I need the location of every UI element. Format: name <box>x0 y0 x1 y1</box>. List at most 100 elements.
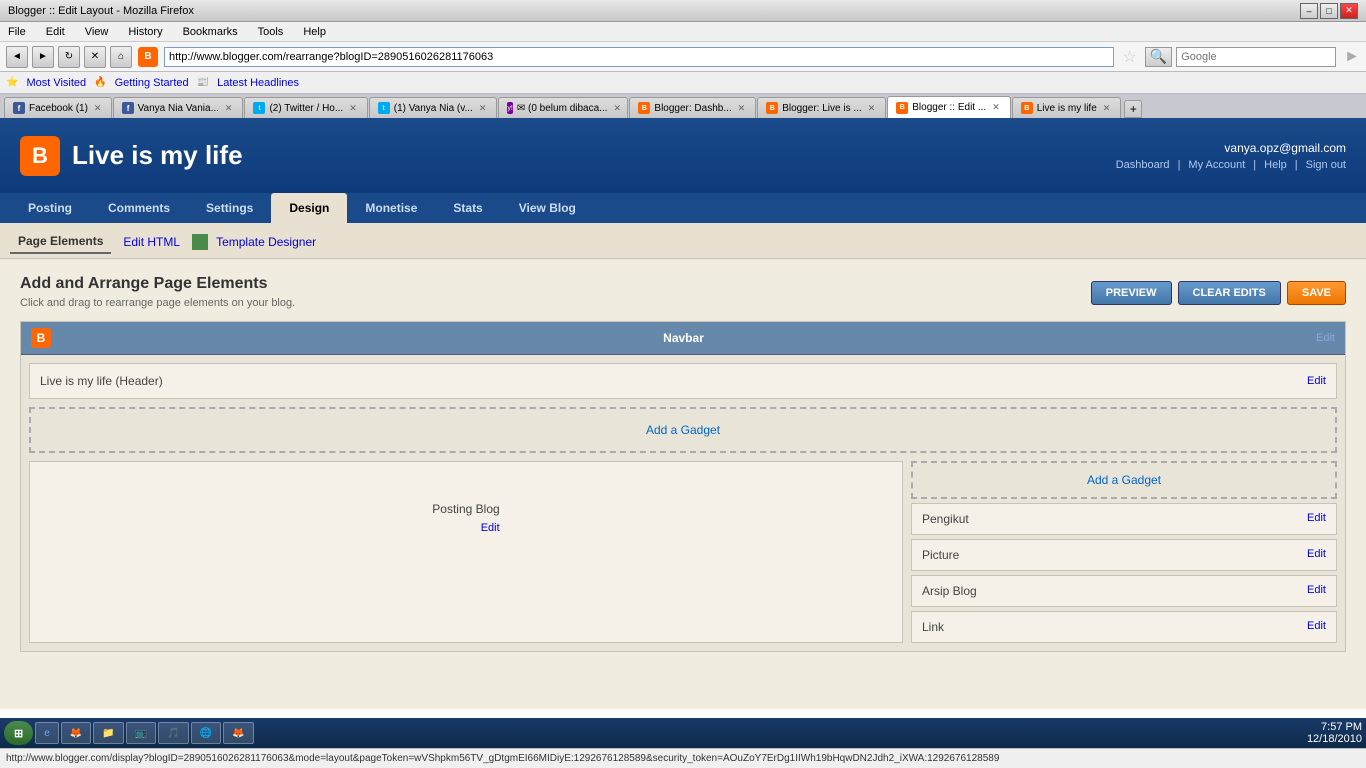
tab-twitter1[interactable]: t (2) Twitter / Ho... ✕ <box>244 97 367 118</box>
nav-tab-posting[interactable]: Posting <box>10 193 90 223</box>
tab-blogger-live[interactable]: B Blogger: Live is ... ✕ <box>757 97 886 118</box>
add-gadget-top-link[interactable]: Add a Gadget <box>646 423 720 437</box>
taskbar-firefox[interactable]: 🦊 <box>61 722 91 744</box>
tab-blogger-edit[interactable]: B Blogger :: Edit ... ✕ <box>887 96 1010 118</box>
nav-tab-design[interactable]: Design <box>271 193 347 223</box>
tab-vanya-nia[interactable]: f Vanya Nia Vania... ✕ <box>113 97 243 118</box>
ie-icon: e <box>44 728 50 739</box>
nav-tab-comments[interactable]: Comments <box>90 193 188 223</box>
navbar-label: Navbar <box>51 331 1316 345</box>
twitter2-favicon: t <box>378 102 390 114</box>
bookmark-most-visited[interactable]: Most Visited <box>26 77 86 89</box>
menu-edit[interactable]: Edit <box>42 24 69 40</box>
reload-button[interactable]: ↻ <box>58 46 80 68</box>
blogger-logo-letter: B <box>32 143 48 169</box>
tab-yahoo[interactable]: y! ✉ (0 belum dibaca... ✕ <box>498 97 628 118</box>
menu-tools[interactable]: Tools <box>254 24 288 40</box>
nav-tab-stats[interactable]: Stats <box>435 193 500 223</box>
posting-blog-edit-link[interactable]: Edit <box>481 522 500 534</box>
new-tab-button[interactable]: + <box>1124 100 1142 118</box>
tab-close-live[interactable]: ✕ <box>1101 103 1113 114</box>
my-account-link[interactable]: My Account <box>1188 159 1245 171</box>
user-info: vanya.opz@gmail.com Dashboard | My Accou… <box>1116 141 1346 171</box>
twitter1-favicon: t <box>253 102 265 114</box>
taskbar-apps4[interactable]: 🦊 <box>223 722 253 744</box>
arsip-edit-link[interactable]: Edit <box>1307 584 1326 596</box>
bookmark-getting-started[interactable]: Getting Started <box>115 77 189 89</box>
maximize-button[interactable]: □ <box>1320 3 1338 19</box>
tab-close-twitter1[interactable]: ✕ <box>347 103 359 114</box>
stop-button[interactable]: ✕ <box>84 46 106 68</box>
menu-file[interactable]: File <box>4 24 30 40</box>
tab-close-vanya-nia[interactable]: ✕ <box>223 103 235 114</box>
preview-button[interactable]: PREVIEW <box>1091 281 1172 305</box>
search-go-icon[interactable]: ► <box>1344 48 1360 66</box>
blogger-edit-favicon: B <box>896 102 908 114</box>
home-button[interactable]: ⌂ <box>110 46 132 68</box>
nav-tab-monetise[interactable]: Monetise <box>347 193 435 223</box>
tab-facebook[interactable]: f Facebook (1) ✕ <box>4 97 112 118</box>
taskbar-apps2[interactable]: 🎵 <box>158 722 188 744</box>
link-label: Link <box>922 620 944 634</box>
sub-tab-edit-html[interactable]: Edit HTML <box>123 235 180 249</box>
tab-twitter2[interactable]: t (1) Vanya Nia (v... ✕ <box>369 97 498 118</box>
nav-tab-settings[interactable]: Settings <box>188 193 271 223</box>
navbar-edit-link[interactable]: Edit <box>1316 332 1335 344</box>
posting-blog-label: Posting Blog <box>432 502 499 516</box>
taskbar-explorer[interactable]: 📁 <box>93 722 123 744</box>
sub-tab-page-elements[interactable]: Page Elements <box>10 230 111 254</box>
minimize-button[interactable]: – <box>1300 3 1318 19</box>
sidebar-gadget-pengikut: Pengikut Edit <box>911 503 1337 535</box>
blogger-logo: B <box>20 136 60 176</box>
tab-close-yahoo[interactable]: ✕ <box>612 103 624 114</box>
tab-label-blogger-edit: Blogger :: Edit ... <box>912 102 986 113</box>
url-bar[interactable] <box>164 47 1114 67</box>
star-icon[interactable]: ☆ <box>1122 47 1136 67</box>
sidebar-gadget-picture: Picture Edit <box>911 539 1337 571</box>
close-button[interactable]: ✕ <box>1340 3 1358 19</box>
menu-bookmarks[interactable]: Bookmarks <box>179 24 242 40</box>
sub-tab-template-designer[interactable]: Template Designer <box>216 235 316 249</box>
help-link[interactable]: Help <box>1264 159 1287 171</box>
menu-history[interactable]: History <box>124 24 166 40</box>
back-button[interactable]: ◄ <box>6 46 28 68</box>
taskbar-ie[interactable]: e <box>35 722 59 744</box>
sidebar-column: Add a Gadget Pengikut Edit Picture Edit … <box>911 461 1337 643</box>
dashboard-link[interactable]: Dashboard <box>1116 159 1170 171</box>
tab-live-is-my-life[interactable]: B Live is my life ✕ <box>1012 97 1122 118</box>
taskbar-apps3[interactable]: 🌐 <box>191 722 221 744</box>
taskbar-apps1[interactable]: 📺 <box>126 722 156 744</box>
start-button[interactable]: ⊞ <box>4 721 33 745</box>
main-column: Posting Blog Edit <box>29 461 903 643</box>
forward-button[interactable]: ► <box>32 46 54 68</box>
clock-date: 12/18/2010 <box>1307 733 1362 745</box>
tab-close-facebook[interactable]: ✕ <box>92 103 104 114</box>
menu-help[interactable]: Help <box>299 24 330 40</box>
link-edit-link[interactable]: Edit <box>1307 620 1326 632</box>
search-input[interactable] <box>1176 47 1336 67</box>
tab-label-twitter1: (2) Twitter / Ho... <box>269 103 343 114</box>
tab-blogger-dashboard[interactable]: B Blogger: Dashb... ✕ <box>629 97 756 118</box>
picture-edit-link[interactable]: Edit <box>1307 548 1326 560</box>
header-element: Live is my life (Header) Edit <box>29 363 1337 399</box>
search-engine-icon[interactable]: 🔍 <box>1145 47 1172 67</box>
nav-tab-view-blog[interactable]: View Blog <box>501 193 594 223</box>
save-button[interactable]: SAVE <box>1287 281 1346 305</box>
bookmark-latest-headlines[interactable]: Latest Headlines <box>217 77 299 89</box>
tab-close-twitter2[interactable]: ✕ <box>477 103 489 114</box>
nav-tabs: Posting Comments Settings Design Monetis… <box>0 193 1366 226</box>
blogger-live-favicon: B <box>766 102 778 114</box>
pengikut-edit-link[interactable]: Edit <box>1307 512 1326 524</box>
user-email: vanya.opz@gmail.com <box>1116 141 1346 155</box>
sign-out-link[interactable]: Sign out <box>1306 159 1346 171</box>
blogger-dash-favicon: B <box>638 102 650 114</box>
status-bar: http://www.blogger.com/display?blogID=28… <box>0 748 1366 768</box>
tab-close-blogger-edit[interactable]: ✕ <box>990 102 1002 113</box>
address-bar: ◄ ► ↻ ✕ ⌂ B ☆ 🔍 ► <box>0 42 1366 72</box>
tab-close-blogger-dashboard[interactable]: ✕ <box>736 103 748 114</box>
menu-view[interactable]: View <box>81 24 113 40</box>
header-edit-link[interactable]: Edit <box>1307 375 1326 387</box>
sidebar-add-gadget-link[interactable]: Add a Gadget <box>1087 473 1161 487</box>
clear-edits-button[interactable]: CLEAR EDITS <box>1178 281 1281 305</box>
tab-close-blogger-live[interactable]: ✕ <box>866 103 878 114</box>
